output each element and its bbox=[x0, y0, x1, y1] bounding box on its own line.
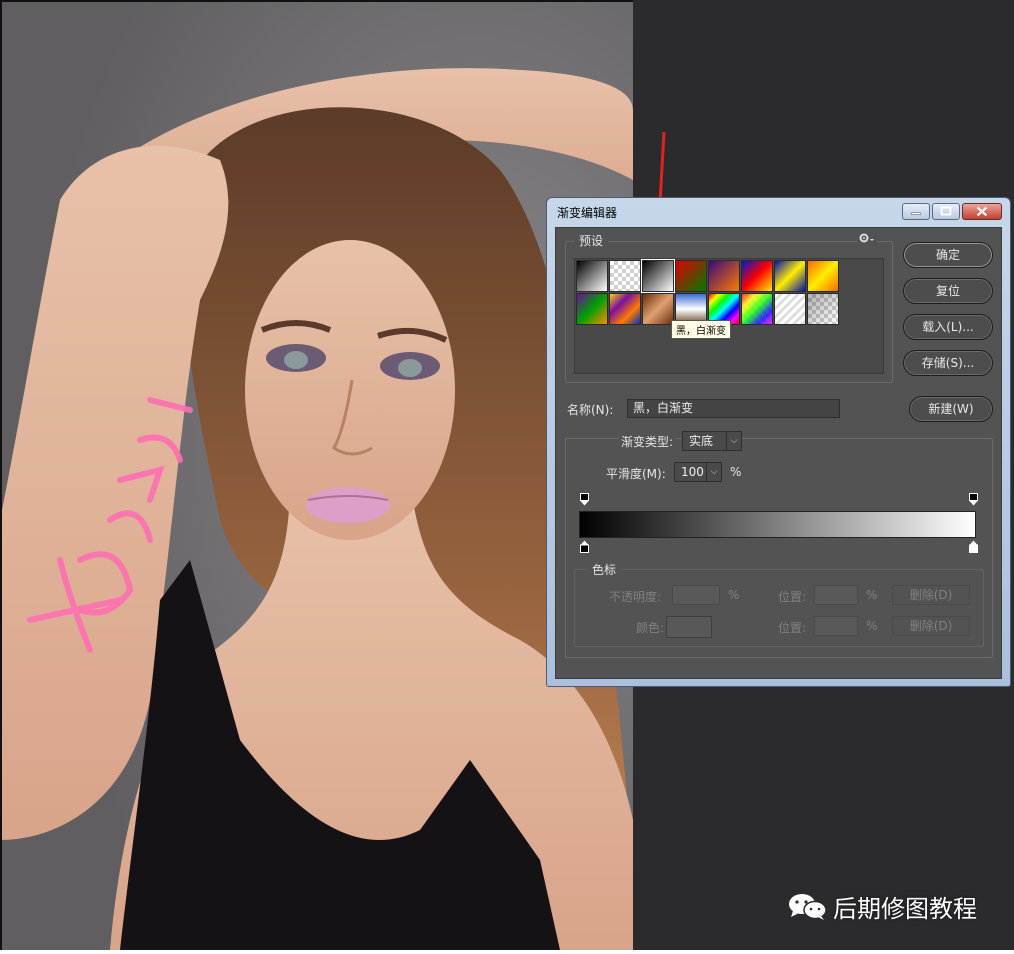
dialog-title: 渐变编辑器 bbox=[557, 206, 618, 220]
chevron-down-icon: ⌵ bbox=[726, 432, 741, 450]
gradient-ramp[interactable] bbox=[579, 511, 976, 538]
bottom-strip bbox=[0, 950, 1014, 954]
opacity-label: 不透明度: bbox=[609, 590, 662, 604]
gear-icon[interactable] bbox=[857, 232, 877, 244]
color-stop-right[interactable] bbox=[969, 540, 978, 553]
location-unit-opacity: % bbox=[866, 588, 878, 602]
preset-swatch-transparent-stripes[interactable] bbox=[774, 293, 806, 325]
delete-color-stop-button: 删除(D) bbox=[892, 616, 970, 636]
watermark-text: 后期修图教程 bbox=[833, 895, 977, 923]
gradient-type-select[interactable]: 实底 ⌵ bbox=[682, 431, 742, 451]
close-icon bbox=[976, 206, 988, 217]
preset-swatch-transparent-rainbow[interactable] bbox=[741, 293, 773, 325]
preset-swatch-copper[interactable] bbox=[642, 293, 674, 325]
preset-swatch-yellow-violet-orange-blue[interactable] bbox=[609, 293, 641, 325]
maximize-icon bbox=[940, 206, 952, 216]
opacity-input bbox=[672, 585, 720, 605]
smoothness-unit: % bbox=[730, 465, 742, 479]
color-stop-left[interactable] bbox=[580, 540, 589, 553]
location-label-opacity: 位置: bbox=[778, 590, 807, 604]
opacity-unit: % bbox=[728, 588, 740, 602]
smoothness-input[interactable]: 100 ⌵ bbox=[674, 462, 722, 482]
preset-swatch-red-green[interactable] bbox=[675, 260, 707, 292]
portrait-photo bbox=[0, 0, 633, 950]
preset-swatch-violet-green-orange[interactable] bbox=[576, 293, 608, 325]
preset-swatch-blue-yellow-blue[interactable] bbox=[774, 260, 806, 292]
wechat-icon bbox=[789, 894, 827, 920]
name-label: 名称(N): bbox=[567, 403, 614, 417]
smoothness-value: 100 bbox=[681, 465, 704, 479]
name-input[interactable]: 黑，白渐变 bbox=[627, 399, 840, 418]
dialog-titlebar[interactable]: 渐变编辑器 bbox=[547, 198, 1010, 226]
gradient-type-value: 实底 bbox=[689, 434, 714, 448]
preset-swatch-foreground-to-transparent[interactable] bbox=[609, 260, 641, 292]
preset-swatch-foreground-to-background[interactable] bbox=[576, 260, 608, 292]
presets-label: 预设 bbox=[574, 232, 609, 249]
delete-opacity-stop-button: 删除(D) bbox=[892, 585, 970, 605]
preset-swatch-blue-red-yellow[interactable] bbox=[741, 260, 773, 292]
close-button[interactable] bbox=[962, 203, 1002, 220]
chevron-down-icon: ⌵ bbox=[706, 463, 721, 481]
portrait-illustration bbox=[0, 0, 633, 950]
opacity-stop-left[interactable] bbox=[580, 493, 589, 506]
gradient-type-label: 渐变类型: bbox=[619, 433, 676, 450]
preset-swatch-black-white[interactable] bbox=[641, 259, 675, 293]
opacity-stop-right[interactable] bbox=[969, 493, 978, 506]
minimize-icon bbox=[911, 212, 921, 215]
load-button[interactable]: 载入(L)... bbox=[903, 314, 993, 340]
dialog-client-area: 预设 黑，白渐变 确定 复位 载入(L)... 存储(S)... 名称(N): … bbox=[555, 227, 1002, 679]
smoothness-label: 平滑度(M): bbox=[606, 467, 666, 481]
swatch-tooltip: 黑，白渐变 bbox=[671, 320, 731, 339]
preset-swatch-violet-orange[interactable] bbox=[708, 260, 740, 292]
reset-button[interactable]: 复位 bbox=[903, 278, 993, 304]
location-label-color: 位置: bbox=[778, 621, 807, 635]
save-button[interactable]: 存储(S)... bbox=[903, 350, 993, 376]
location-input-color bbox=[814, 616, 858, 636]
minimize-button[interactable] bbox=[902, 203, 930, 220]
color-label: 颜色: bbox=[636, 621, 665, 635]
ok-button[interactable]: 确定 bbox=[903, 242, 993, 268]
stops-label: 色标 bbox=[586, 561, 623, 578]
location-unit-color: % bbox=[866, 619, 878, 633]
preset-swatch-neutral-density[interactable] bbox=[807, 293, 839, 325]
maximize-button[interactable] bbox=[932, 203, 960, 220]
new-button[interactable]: 新建(W) bbox=[909, 396, 993, 422]
color-swatch-input bbox=[666, 616, 712, 638]
gradient-editor-dialog: 渐变编辑器 预设 黑，白渐变 确定 复位 载入(L)... 存储(S)... 名… bbox=[546, 197, 1011, 687]
location-input-opacity bbox=[814, 585, 858, 605]
preset-swatch-grid: 黑，白渐变 bbox=[574, 258, 884, 374]
preset-swatch-orange-yellow-orange[interactable] bbox=[807, 260, 839, 292]
